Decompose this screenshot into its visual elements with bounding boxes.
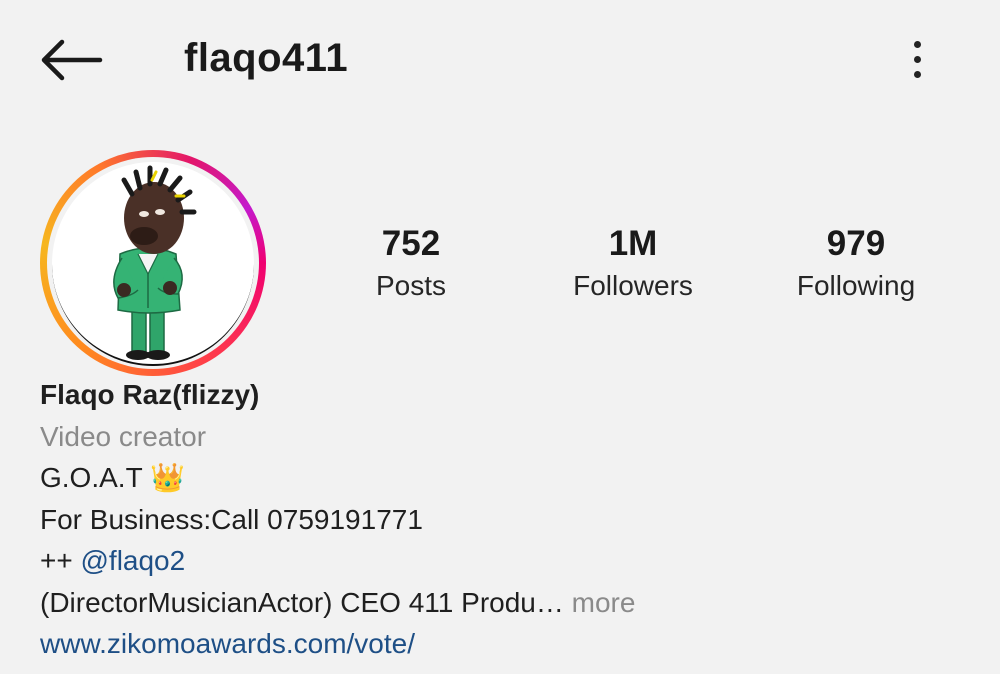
followers-label: Followers bbox=[573, 270, 693, 301]
bio-truncated-text: (DirectorMusicianActor) CEO 411 Produ bbox=[40, 586, 536, 618]
crown-icon: 👑 bbox=[149, 462, 185, 493]
more-vertical-icon-dot bbox=[914, 71, 921, 78]
arrow-left-icon bbox=[41, 39, 103, 81]
story-ring[interactable] bbox=[40, 150, 266, 376]
website-link[interactable]: www.zikomoawards.com/vote/ bbox=[40, 623, 940, 665]
display-name: Flaqo Raz(flizzy) bbox=[40, 379, 260, 410]
more-vertical-icon-dot bbox=[914, 56, 921, 63]
category-label: Video creator bbox=[40, 420, 207, 452]
more-options-button[interactable] bbox=[900, 36, 936, 82]
profile-bio: Flaqo Raz(flizzy) Video creator G.O.A.T … bbox=[40, 374, 940, 665]
posts-count: 752 bbox=[381, 224, 441, 263]
bio-line-truncated: (DirectorMusicianActor) CEO 411 Produ… m… bbox=[40, 582, 940, 624]
stat-following[interactable]: 979 Following bbox=[784, 222, 928, 304]
followers-count: 1M bbox=[608, 224, 658, 263]
bio-goat-text: G.O.A.T bbox=[40, 462, 150, 493]
more-vertical-icon bbox=[914, 41, 921, 48]
stat-posts[interactable]: 752 Posts bbox=[362, 222, 460, 304]
more-button[interactable]: more bbox=[564, 587, 636, 618]
bio-line-mention: ++ @flaqo2 bbox=[40, 540, 940, 582]
following-label: Following bbox=[796, 270, 916, 301]
ellipsis: … bbox=[535, 586, 564, 618]
mention-link[interactable]: @flaqo2 bbox=[80, 545, 185, 576]
profile-username: flaqo411 bbox=[184, 36, 349, 80]
stat-followers[interactable]: 1M Followers bbox=[562, 222, 704, 304]
bio-mention-prefix: ++ bbox=[40, 545, 81, 576]
following-count: 979 bbox=[826, 224, 886, 263]
cartoon-avatar-image bbox=[113, 165, 197, 360]
avatar bbox=[52, 162, 254, 366]
top-bar: flaqo411 bbox=[0, 0, 1000, 120]
bio-line-business: For Business:Call 0759191771 bbox=[40, 503, 423, 535]
posts-label: Posts bbox=[375, 270, 447, 301]
bio-line-goat: G.O.A.T 👑 bbox=[40, 457, 940, 499]
back-button[interactable] bbox=[38, 38, 104, 82]
